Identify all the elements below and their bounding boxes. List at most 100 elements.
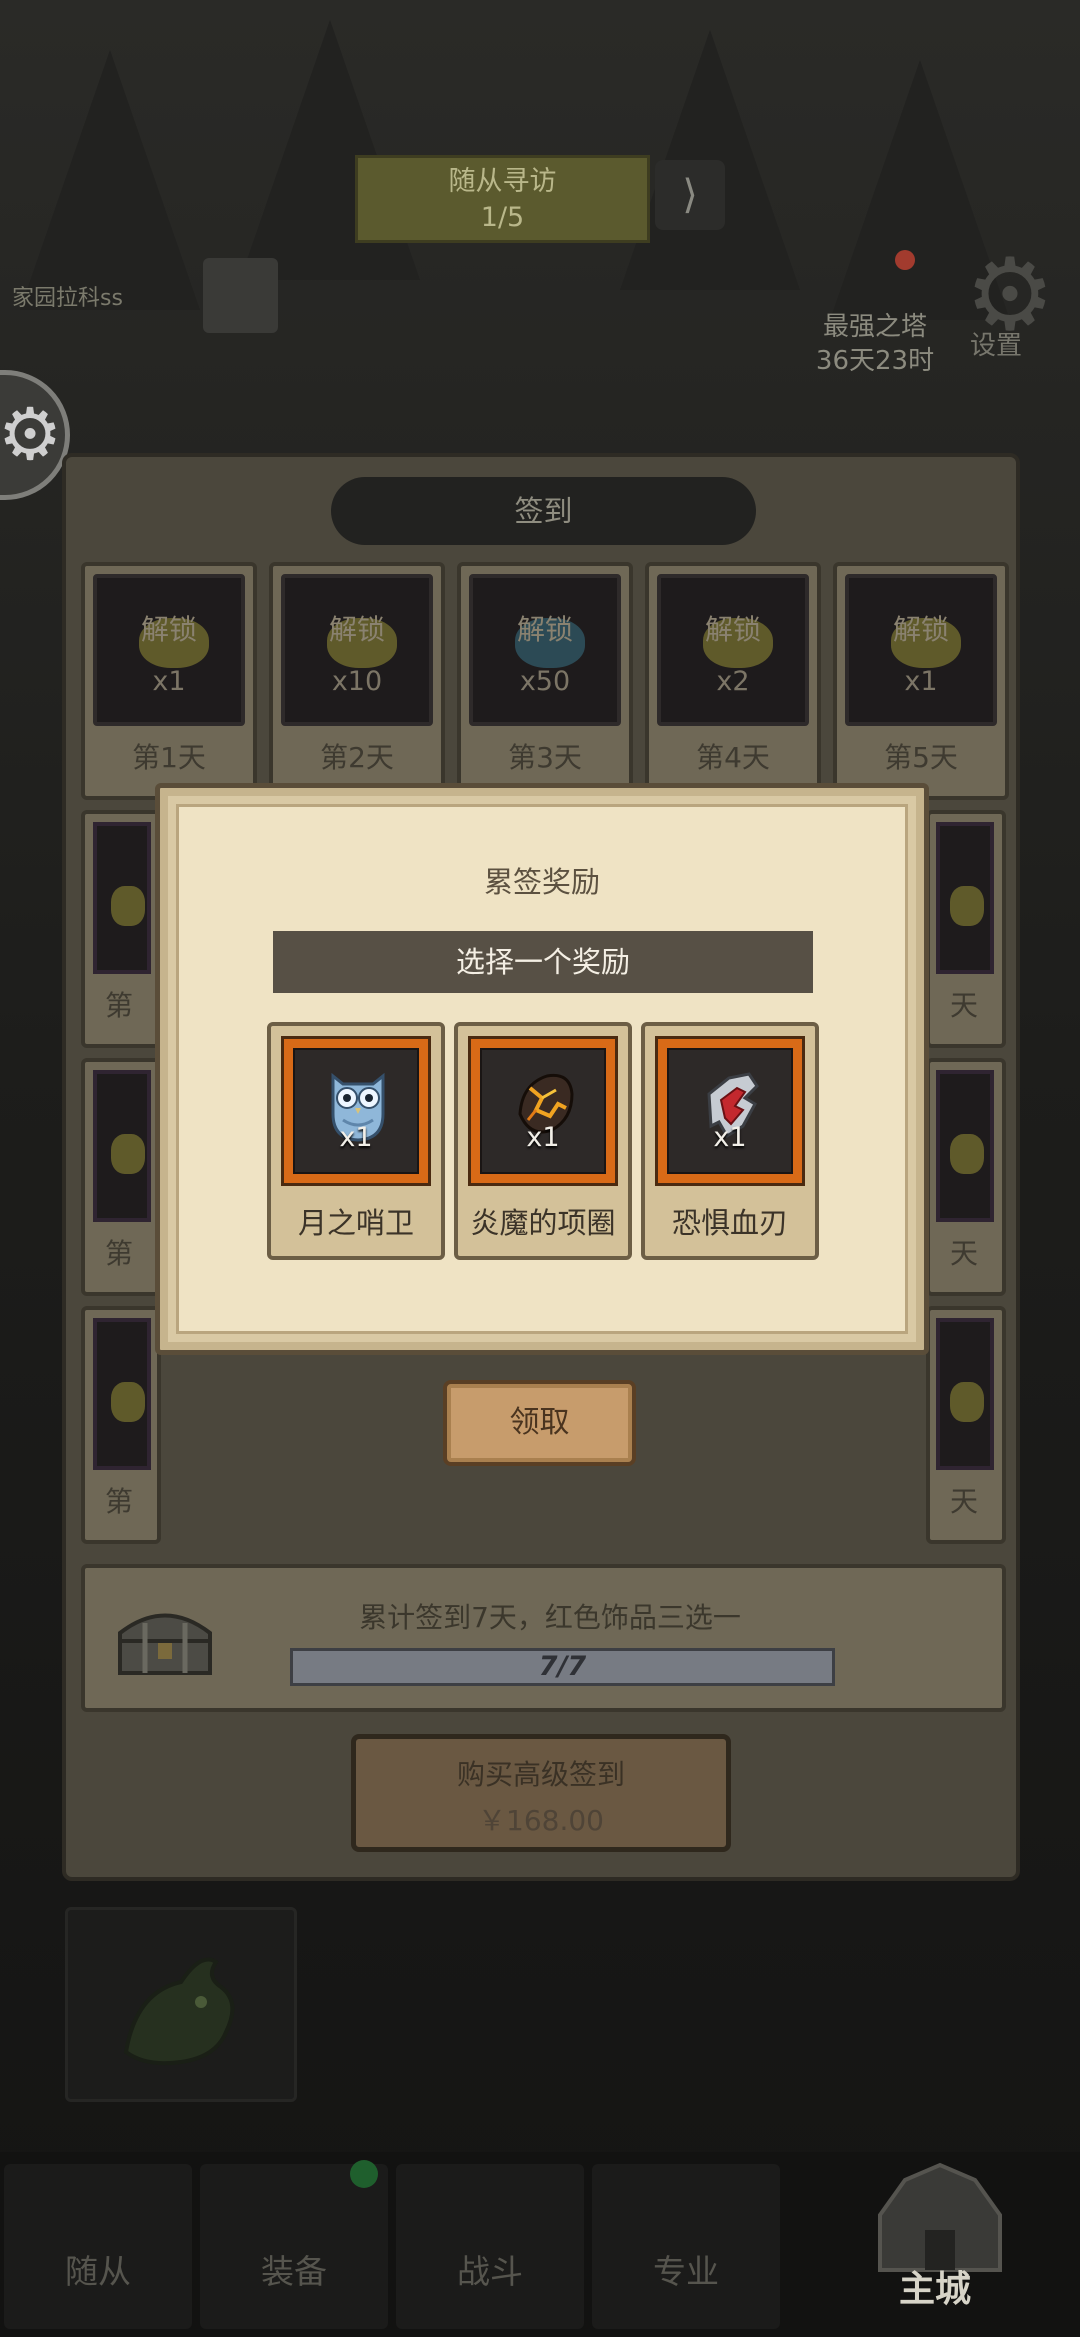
reward-name: 月之哨卫 xyxy=(297,1206,414,1240)
buy-premium-label: 购买高级签到 xyxy=(456,1758,625,1791)
day-label: 第5天 xyxy=(884,741,958,774)
day-label: 天 xyxy=(950,989,979,1022)
cumulative-reward-modal: 累签奖励 选择一个奖励 x1 月之哨卫 x1 炎魔的项圈 x1 恐惧血刃 xyxy=(155,783,929,1355)
reward-option[interactable]: x1 月之哨卫 xyxy=(267,1022,445,1260)
day-item-slot xyxy=(93,574,245,726)
day-card[interactable]: 第 xyxy=(81,1306,161,1544)
day-label: 第4天 xyxy=(696,741,770,774)
left-status-slot[interactable] xyxy=(203,258,278,333)
reward-name: 恐惧血刃 xyxy=(671,1206,788,1240)
event-timer: 36天23时 xyxy=(815,346,935,376)
modal-title: 累签奖励 xyxy=(483,865,600,899)
item-icon xyxy=(111,1382,145,1422)
day-card[interactable]: 第 xyxy=(81,1058,161,1296)
day-label: 第 xyxy=(105,1485,134,1518)
day-item-slot xyxy=(469,574,621,726)
day-item-slot xyxy=(936,1318,994,1470)
lock-label: 解锁 xyxy=(704,613,761,646)
item-icon xyxy=(950,1382,984,1422)
day-label: 第3天 xyxy=(508,741,582,774)
reward-quantity: x1 xyxy=(339,1122,373,1153)
day-card[interactable]: 解锁 x50 第3天 xyxy=(457,562,633,800)
day-card[interactable]: 解锁 x10 第2天 xyxy=(269,562,445,800)
day-card[interactable]: 天 xyxy=(926,1058,1006,1296)
day-label: 第 xyxy=(105,989,134,1022)
reward-frame xyxy=(655,1036,805,1186)
dragon-icon xyxy=(123,1957,235,2066)
lock-label: 解锁 xyxy=(516,613,573,646)
buy-premium-button[interactable]: 购买高级签到 ￥168.00 xyxy=(351,1734,731,1852)
reward-slot xyxy=(293,1048,419,1174)
buy-premium-price: ￥168.00 xyxy=(478,1804,604,1837)
recruit-banner-title: 随从寻访 xyxy=(448,166,557,197)
companion-slot[interactable] xyxy=(65,1907,297,2102)
day-item-slot xyxy=(93,1318,151,1470)
reward-frame xyxy=(281,1036,431,1186)
notification-dot xyxy=(895,250,915,270)
day-item-slot xyxy=(657,574,809,726)
event-info[interactable]: 最强之塔 36天23时 xyxy=(800,310,950,378)
day-card[interactable]: 天 xyxy=(926,1306,1006,1544)
cumulative-progress-bar: 7/7 xyxy=(290,1648,835,1686)
nav-tab-home[interactable]: 主城 xyxy=(845,2260,1025,2312)
item-icon xyxy=(950,1134,984,1174)
item-quantity: x2 xyxy=(716,666,750,697)
recruit-banner-count: 1/5 xyxy=(480,202,525,233)
item-quantity: x50 xyxy=(519,666,571,697)
banner-arrow-icon[interactable]: ⟩ xyxy=(655,160,725,230)
day-label: 第1天 xyxy=(132,741,206,774)
reward-option[interactable]: x1 炎魔的项圈 xyxy=(454,1022,632,1260)
item-quantity: x1 xyxy=(904,666,938,697)
settings-label: 设置 xyxy=(970,331,1023,361)
day-label: 天 xyxy=(950,1485,979,1518)
item-quantity: x10 xyxy=(331,666,383,697)
nav-tab-followers[interactable]: 随从 xyxy=(4,2164,192,2329)
reward-frame xyxy=(468,1036,618,1186)
reward-option[interactable]: x1 恐惧血刃 xyxy=(641,1022,819,1260)
day-card[interactable]: 解锁 x1 第1天 xyxy=(81,562,257,800)
modal-subtitle: 选择一个奖励 xyxy=(273,931,813,993)
event-name: 最强之塔 xyxy=(822,312,927,342)
gear-icon[interactable]: ⚙ xyxy=(0,370,70,500)
nav-tab-profession[interactable]: 专业 xyxy=(592,2164,780,2329)
modal-panel: 累签奖励 选择一个奖励 x1 月之哨卫 x1 炎魔的项圈 x1 恐惧血刃 xyxy=(176,804,908,1334)
day-label: 第2天 xyxy=(320,741,394,774)
lock-label: 解锁 xyxy=(328,613,385,646)
day-item-slot xyxy=(281,574,433,726)
recruit-banner[interactable]: 随从寻访 1/5 xyxy=(355,155,650,243)
day-card[interactable]: 第 xyxy=(81,810,161,1048)
reward-name: 炎魔的项圈 xyxy=(470,1206,616,1240)
reward-slot xyxy=(480,1048,606,1174)
day-label: 第 xyxy=(105,1237,134,1270)
lock-label: 解锁 xyxy=(892,613,949,646)
item-icon xyxy=(111,886,145,926)
item-quantity: x1 xyxy=(152,666,186,697)
day-card[interactable]: 天 xyxy=(926,810,1006,1048)
lock-label: 解锁 xyxy=(140,613,197,646)
day-item-slot xyxy=(93,822,151,974)
day-card[interactable]: 解锁 x1 第5天 xyxy=(833,562,1009,800)
day-item-slot xyxy=(93,1070,151,1222)
day-item-slot xyxy=(936,1070,994,1222)
cumulative-signin-bar: 累计签到7天，红色饰品三选一 7/7 xyxy=(81,1564,1006,1712)
left-status-text: 家园拉科ss xyxy=(12,286,123,311)
claim-button[interactable]: 领取 xyxy=(443,1380,636,1466)
day-card[interactable]: 解锁 x2 第4天 xyxy=(645,562,821,800)
day-label: 天 xyxy=(950,1237,979,1270)
day-item-slot xyxy=(936,822,994,974)
chest-icon[interactable] xyxy=(110,1593,220,1683)
item-icon xyxy=(950,886,984,926)
notification-dot xyxy=(350,2160,378,2188)
claim-label: 领取 xyxy=(509,1405,570,1440)
signin-title: 签到 xyxy=(331,477,756,545)
cumulative-text: 累计签到7天，红色饰品三选一 xyxy=(359,1601,741,1634)
reward-quantity: x1 xyxy=(526,1122,560,1153)
reward-quantity: x1 xyxy=(713,1122,747,1153)
background-spire xyxy=(20,50,200,310)
nav-tab-equipment[interactable]: 装备 xyxy=(200,2164,388,2329)
item-icon xyxy=(111,1134,145,1174)
progress-text: 7/7 xyxy=(538,1651,587,1682)
nav-tab-battle[interactable]: 战斗 xyxy=(396,2164,584,2329)
reward-slot xyxy=(667,1048,793,1174)
day-item-slot xyxy=(845,574,997,726)
